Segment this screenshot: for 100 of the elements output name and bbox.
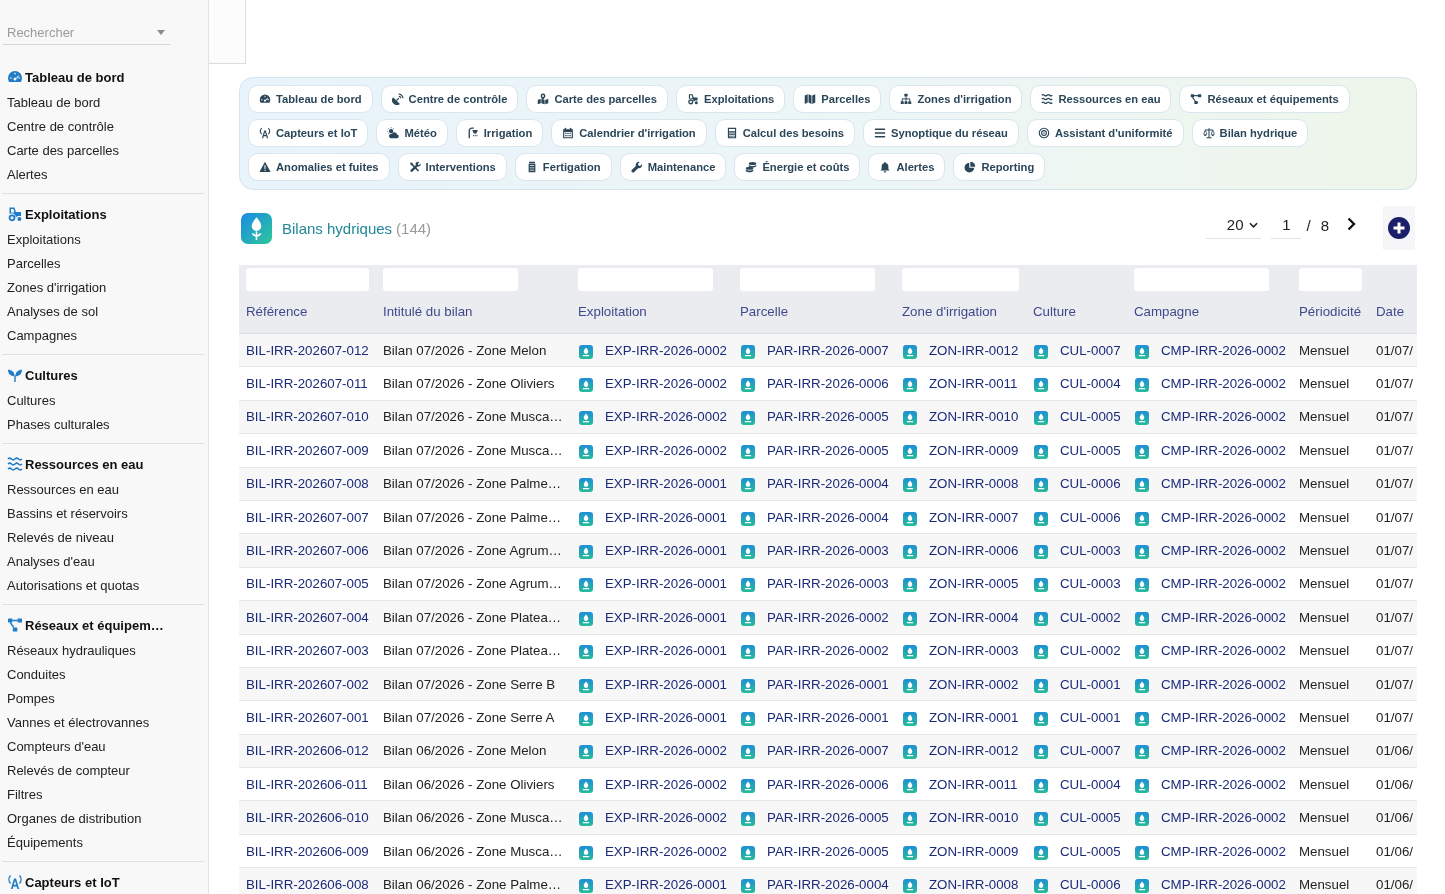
record-link[interactable]: CMP-IRR-2026-0002	[1161, 509, 1286, 525]
reference-link[interactable]: BIL-IRR-202606-011	[246, 776, 368, 792]
record-link[interactable]: CUL-0005	[1060, 409, 1121, 425]
reference-link[interactable]: BIL-IRR-202607-003	[246, 643, 369, 659]
sidebar-item[interactable]: Filtres	[7, 787, 43, 802]
reference-link[interactable]: BIL-IRR-202606-008	[246, 876, 369, 892]
record-link[interactable]: CMP-IRR-2026-0002	[1161, 342, 1286, 358]
record-link[interactable]: EXP-IRR-2026-0001	[605, 476, 727, 492]
record-link[interactable]: CUL-0002	[1060, 609, 1121, 625]
record-link[interactable]: PAR-IRR-2026-0005	[767, 409, 889, 425]
sidebar-item[interactable]: Pompes	[7, 691, 55, 706]
record-link[interactable]: CMP-IRR-2026-0002	[1161, 576, 1286, 592]
record-link[interactable]: PAR-IRR-2026-0004	[767, 476, 889, 492]
nav-button[interactable]: Capteurs et IoT	[248, 119, 369, 147]
nav-button[interactable]: Reporting	[953, 153, 1046, 181]
column-header[interactable]: Référence	[246, 304, 308, 319]
sidebar-item[interactable]: Vannes et électrovannes	[7, 715, 150, 730]
reference-link[interactable]: BIL-IRR-202606-012	[246, 743, 369, 759]
nav-button[interactable]: Interventions	[397, 153, 507, 181]
sidebar-item[interactable]: Analyses d'eau	[7, 554, 95, 569]
sidebar-item[interactable]: Exploitations	[7, 232, 81, 247]
reference-link[interactable]: BIL-IRR-202606-010	[246, 810, 369, 826]
record-link[interactable]: CMP-IRR-2026-0002	[1161, 676, 1286, 692]
record-link[interactable]: CMP-IRR-2026-0002	[1161, 543, 1286, 559]
next-page-button[interactable]	[1347, 217, 1356, 231]
record-link[interactable]: EXP-IRR-2026-0001	[605, 710, 727, 725]
record-link[interactable]: ZON-IRR-0011	[929, 376, 1018, 392]
record-link[interactable]: PAR-IRR-2026-0003	[767, 576, 889, 592]
record-link[interactable]: CUL-0005	[1060, 810, 1121, 826]
record-link[interactable]: CMP-IRR-2026-0002	[1161, 743, 1286, 759]
record-link[interactable]: CMP-IRR-2026-0002	[1161, 776, 1286, 792]
record-link[interactable]: CUL-0007	[1060, 743, 1121, 759]
record-link[interactable]: PAR-IRR-2026-0005	[767, 843, 889, 859]
record-link[interactable]: ZON-IRR-0006	[929, 543, 1019, 559]
record-link[interactable]: CUL-0004	[1060, 776, 1121, 792]
search-field[interactable]: Rechercher	[7, 22, 157, 42]
page-input[interactable]: 1	[1271, 211, 1302, 239]
reference-link[interactable]: BIL-IRR-202607-001	[246, 710, 369, 725]
sidebar-item[interactable]: Relevés de compteur	[7, 763, 130, 778]
nav-button[interactable]: Bilan hydrique	[1191, 119, 1309, 147]
record-link[interactable]: CUL-0001	[1060, 710, 1121, 725]
record-link[interactable]: EXP-IRR-2026-0002	[605, 442, 727, 458]
record-link[interactable]: PAR-IRR-2026-0003	[767, 543, 889, 559]
sidebar-item[interactable]: Cultures	[7, 393, 56, 408]
record-link[interactable]: CMP-IRR-2026-0002	[1161, 643, 1286, 659]
nav-button[interactable]: Centre de contrôle	[380, 85, 519, 113]
reference-link[interactable]: BIL-IRR-202607-005	[246, 576, 369, 592]
nav-button[interactable]: Alertes	[868, 153, 946, 181]
sidebar-item[interactable]: Carte des parcelles	[7, 143, 119, 158]
record-link[interactable]: PAR-IRR-2026-0004	[767, 876, 889, 892]
nav-button[interactable]: Anomalies et fuites	[248, 153, 390, 181]
nav-button[interactable]: Météo	[376, 119, 448, 147]
reference-link[interactable]: BIL-IRR-202607-012	[246, 342, 369, 358]
record-link[interactable]: CMP-IRR-2026-0002	[1161, 442, 1286, 458]
reference-link[interactable]: BIL-IRR-202607-004	[246, 609, 369, 625]
record-link[interactable]: CUL-0005	[1060, 843, 1121, 859]
column-header[interactable]: Parcelle	[740, 304, 789, 319]
sidebar-item[interactable]: Analyses de sol	[7, 304, 99, 319]
record-link[interactable]: ZON-IRR-0003	[929, 643, 1019, 659]
record-link[interactable]: ZON-IRR-0009	[929, 843, 1019, 859]
record-link[interactable]: CUL-0002	[1060, 643, 1121, 659]
sidebar-item[interactable]: Ressources en eau	[7, 482, 119, 497]
column-header[interactable]: Zone d'irrigation	[902, 304, 997, 319]
record-link[interactable]: CMP-IRR-2026-0002	[1161, 843, 1286, 859]
reference-link[interactable]: BIL-IRR-202607-006	[246, 543, 369, 559]
add-button[interactable]	[1383, 206, 1415, 250]
nav-button[interactable]: Réseaux et équipements	[1179, 85, 1350, 113]
sidebar-item[interactable]: Équipements	[7, 835, 83, 850]
sidebar-item[interactable]: Bassins et réservoirs	[7, 506, 128, 521]
record-link[interactable]: PAR-IRR-2026-0001	[767, 710, 889, 725]
reference-link[interactable]: BIL-IRR-202607-009	[246, 442, 369, 458]
nav-button[interactable]: Parcelles	[793, 85, 882, 113]
record-link[interactable]: CUL-0006	[1060, 509, 1121, 525]
record-link[interactable]: ZON-IRR-0001	[929, 710, 1019, 725]
record-link[interactable]: CMP-IRR-2026-0002	[1161, 609, 1286, 625]
nav-button[interactable]: Énergie et coûts	[734, 153, 861, 181]
column-header[interactable]: Périodicité	[1299, 304, 1362, 319]
sidebar-item[interactable]: Conduites	[7, 667, 66, 682]
sidebar-item[interactable]: Parcelles	[7, 256, 61, 271]
nav-button[interactable]: Assistant d'uniformité	[1026, 119, 1184, 147]
page-size-select[interactable]: 20	[1206, 211, 1262, 239]
record-link[interactable]: PAR-IRR-2026-0006	[767, 776, 889, 792]
record-link[interactable]: CUL-0006	[1060, 476, 1121, 492]
sidebar-item[interactable]: Alertes	[7, 167, 48, 182]
record-link[interactable]: ZON-IRR-0002	[929, 676, 1019, 692]
record-link[interactable]: EXP-IRR-2026-0002	[605, 810, 727, 826]
column-header[interactable]: Exploitation	[578, 304, 647, 319]
record-link[interactable]: PAR-IRR-2026-0005	[767, 442, 889, 458]
record-link[interactable]: PAR-IRR-2026-0004	[767, 509, 889, 525]
record-link[interactable]: EXP-IRR-2026-0001	[605, 576, 727, 592]
record-link[interactable]: CUL-0005	[1060, 442, 1121, 458]
record-link[interactable]: CMP-IRR-2026-0002	[1161, 376, 1286, 392]
record-link[interactable]: PAR-IRR-2026-0007	[767, 342, 889, 358]
record-link[interactable]: EXP-IRR-2026-0001	[605, 543, 727, 559]
record-link[interactable]: CUL-0001	[1060, 676, 1121, 692]
record-link[interactable]: EXP-IRR-2026-0002	[605, 376, 727, 392]
sidebar-item[interactable]: Tableau de bord	[7, 95, 101, 110]
record-link[interactable]: ZON-IRR-0012	[929, 342, 1019, 358]
nav-button[interactable]: Synoptique du réseau	[863, 119, 1019, 147]
record-link[interactable]: CMP-IRR-2026-0002	[1161, 710, 1286, 725]
